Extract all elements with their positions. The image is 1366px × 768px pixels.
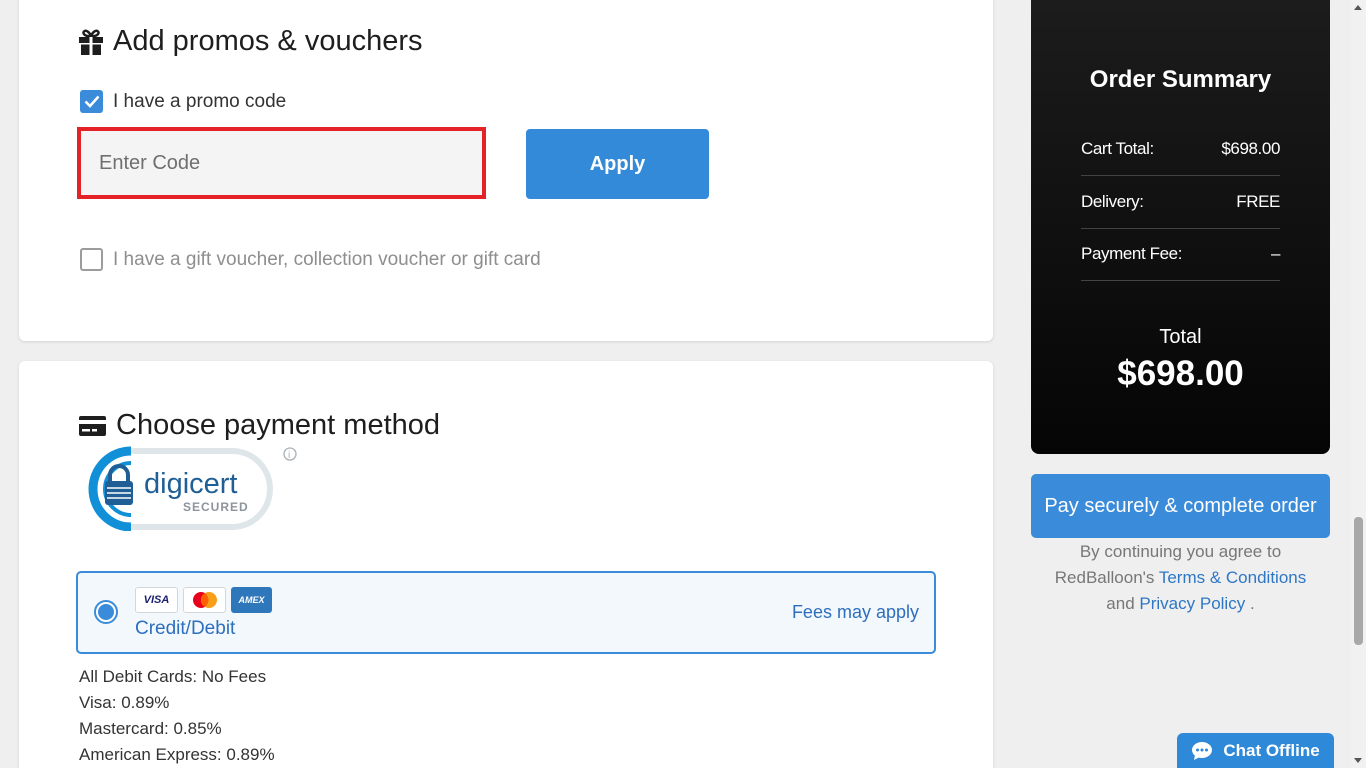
digicert-seal[interactable]: digicert SECURED i — [77, 445, 301, 532]
promos-heading: Add promos & vouchers — [79, 25, 422, 58]
promo-checkbox[interactable] — [80, 90, 103, 113]
apply-button[interactable]: Apply — [526, 129, 709, 199]
payment-method-radio[interactable] — [94, 600, 118, 624]
payment-card: Choose payment method digicert SECURED i… — [19, 361, 993, 768]
summary-row-label: Cart Total: — [1081, 139, 1154, 158]
check-icon — [84, 95, 99, 108]
credit-card-icon — [79, 415, 106, 436]
chat-bubble-icon — [1192, 741, 1213, 760]
summary-row-cart-total: Cart Total: $698.00 — [1081, 123, 1280, 176]
total-value: $698.00 — [1117, 354, 1244, 393]
total-label: Total — [1159, 326, 1202, 348]
scroll-down-arrow-icon[interactable] — [1354, 758, 1362, 763]
card-logos: VISA AMEX — [135, 587, 272, 613]
terms-agreement: By continuing you agree to RedBalloon's … — [1050, 539, 1311, 617]
gift-icon — [79, 29, 103, 55]
promos-title: Add promos & vouchers — [113, 25, 423, 57]
pay-complete-order-button[interactable]: Pay securely & complete order — [1031, 474, 1330, 538]
amex-logo-icon: AMEX — [231, 587, 272, 613]
fee-list: All Debit Cards: No Fees Visa: 0.89% Mas… — [79, 664, 275, 768]
payment-title: Choose payment method — [116, 409, 441, 441]
payment-heading: Choose payment method — [79, 409, 440, 442]
summary-row-payment-fee: Payment Fee: – — [1081, 228, 1280, 281]
privacy-policy-link[interactable]: Privacy Policy — [1139, 594, 1245, 613]
chat-label: Chat Offline — [1223, 740, 1320, 760]
radio-selected-dot — [98, 604, 114, 620]
promo-checkbox-label: I have a promo code — [113, 90, 287, 112]
visa-logo-icon: VISA — [135, 587, 178, 613]
fee-item: Visa: 0.89% — [79, 693, 170, 712]
chat-offline-button[interactable]: Chat Offline — [1177, 733, 1334, 768]
digicert-wordmark: digicert — [144, 468, 238, 500]
order-summary: Order Summary Cart Total: $698.00 Delive… — [1031, 0, 1330, 454]
summary-row-value: $698.00 — [1221, 139, 1280, 158]
promo-code-toggle[interactable]: I have a promo code — [80, 90, 286, 113]
payment-method-credit-debit[interactable]: VISA AMEX Credit/Debit Fees may apply — [76, 571, 936, 654]
page-scrollbar[interactable] — [1351, 0, 1366, 768]
fees-may-apply: Fees may apply — [791, 602, 919, 622]
agreement-suffix: . — [1249, 594, 1255, 613]
digicert-logo: digicert SECURED i — [88, 446, 297, 532]
gift-voucher-label: I have a gift voucher, collection vouche… — [113, 248, 541, 270]
fee-item: Mastercard: 0.85% — [79, 719, 222, 738]
promos-card: Add promos & vouchers I have a promo cod… — [19, 0, 993, 341]
terms-link[interactable]: Terms & Conditions — [1159, 568, 1306, 587]
summary-row-label: Payment Fee: — [1081, 244, 1183, 263]
summary-row-delivery: Delivery: FREE — [1081, 176, 1280, 229]
fee-item: All Debit Cards: No Fees — [79, 667, 267, 686]
summary-row-value: – — [1270, 244, 1280, 263]
gift-voucher-checkbox[interactable] — [80, 248, 103, 271]
summary-row-value: FREE — [1236, 192, 1280, 211]
fee-item: American Express: 0.89% — [79, 745, 275, 764]
info-icon[interactable]: i — [288, 450, 290, 461]
promo-code-input[interactable] — [77, 127, 486, 199]
and-text: and — [1106, 594, 1135, 613]
scrollbar-thumb[interactable] — [1354, 517, 1363, 645]
digicert-secured: SECURED — [183, 500, 249, 514]
order-summary-title: Order Summary — [1089, 66, 1272, 93]
scroll-up-arrow-icon[interactable] — [1354, 5, 1362, 10]
payment-method-label: Credit/Debit — [135, 618, 236, 639]
summary-row-label: Delivery: — [1081, 192, 1144, 211]
gift-voucher-toggle[interactable]: I have a gift voucher, collection vouche… — [80, 248, 541, 271]
mastercard-logo-icon — [183, 587, 226, 613]
